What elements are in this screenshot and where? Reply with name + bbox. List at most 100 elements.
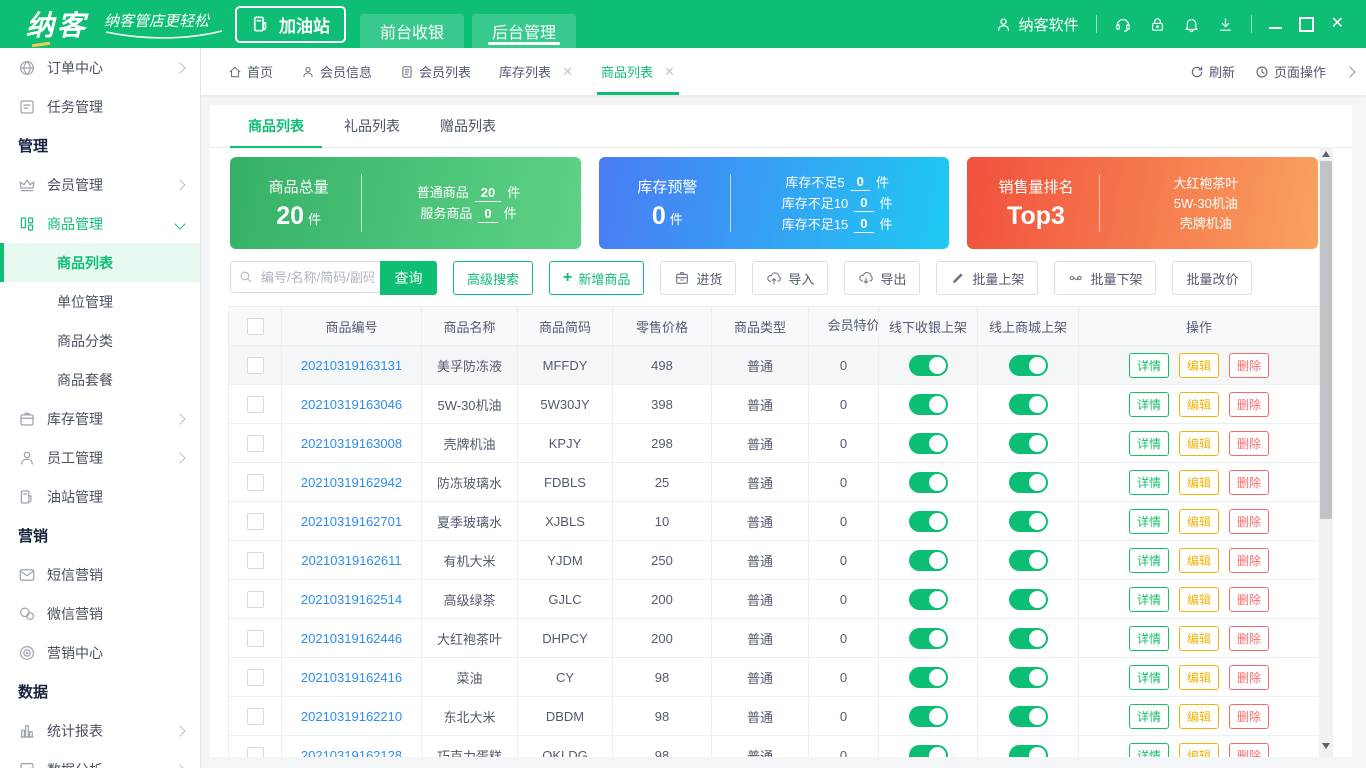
goods-code-link[interactable]: 20210319163046 — [301, 397, 402, 412]
sidebar-subitem-goods-list[interactable]: 商品列表 — [0, 243, 200, 282]
delete-button[interactable]: 删除 — [1229, 469, 1270, 495]
goods-code-link[interactable]: 20210319162611 — [301, 553, 401, 568]
detail-button[interactable]: 详情 — [1128, 430, 1169, 456]
pos-shelf-toggle-on[interactable] — [908, 549, 948, 571]
panel-tab-freebie-list[interactable]: 赠品列表 — [420, 105, 516, 147]
account-menu[interactable]: 纳客软件 — [995, 14, 1079, 35]
row-checkbox[interactable] — [246, 668, 264, 686]
topnav-tab-front-cashier[interactable]: 前台收银 — [360, 14, 465, 48]
goods-code-link[interactable]: 20210319162942 — [301, 475, 402, 490]
opened-tab-member-list[interactable]: 会员列表 — [400, 48, 471, 95]
delete-button[interactable]: 删除 — [1229, 586, 1270, 612]
goods-code-link[interactable]: 20210319162128 — [301, 748, 402, 758]
detail-button[interactable]: 详情 — [1128, 469, 1169, 495]
opened-tab-home[interactable]: 首页 — [228, 48, 273, 95]
row-checkbox[interactable] — [246, 356, 264, 374]
delete-button[interactable]: 删除 — [1229, 625, 1270, 651]
advanced-search-button[interactable]: 高级搜索 — [453, 261, 534, 295]
panel-tab-gift-list[interactable]: 礼品列表 — [324, 105, 420, 147]
row-checkbox[interactable] — [246, 707, 264, 725]
batch-on-shelf-button[interactable]: 批量上架 — [936, 261, 1039, 295]
detail-button[interactable]: 详情 — [1128, 391, 1169, 417]
edit-button[interactable]: 编辑 — [1178, 391, 1219, 417]
delete-button[interactable]: 删除 — [1229, 352, 1270, 378]
sidebar-item-member-manage[interactable]: 会员管理 — [0, 165, 200, 204]
topnav-tab-back-manage[interactable]: 后台管理 — [472, 14, 577, 48]
mall-shelf-toggle-on[interactable] — [1008, 393, 1048, 415]
sidebar-item-wechat-marketing[interactable]: 微信营销 — [0, 594, 200, 633]
sidebar-item-task-manage[interactable]: 任务管理 — [0, 87, 200, 126]
close-icon[interactable]: ✕ — [664, 64, 675, 80]
row-checkbox[interactable] — [246, 746, 264, 757]
detail-button[interactable]: 详情 — [1128, 664, 1169, 690]
download-icon[interactable] — [1217, 16, 1234, 33]
opened-tab-member-info[interactable]: 会员信息 — [301, 48, 372, 95]
row-checkbox[interactable] — [246, 395, 264, 413]
row-checkbox[interactable] — [246, 590, 264, 608]
mall-shelf-toggle-on[interactable] — [1008, 744, 1048, 757]
mall-shelf-toggle-on[interactable] — [1008, 705, 1048, 727]
mall-shelf-toggle-on[interactable] — [1008, 354, 1048, 376]
panel-tab-goods-list[interactable]: 商品列表 — [228, 105, 324, 148]
detail-button[interactable]: 详情 — [1128, 703, 1169, 729]
export-button[interactable]: 导出 — [844, 261, 921, 295]
add-product-button[interactable]: + 新增商品 — [549, 261, 645, 295]
row-checkbox[interactable] — [246, 473, 264, 491]
lock-icon[interactable] — [1149, 16, 1166, 33]
pos-shelf-toggle-on[interactable] — [908, 627, 948, 649]
purchase-in-button[interactable]: 进货 — [660, 261, 737, 295]
mall-shelf-toggle-on[interactable] — [1008, 432, 1048, 454]
delete-button[interactable]: 删除 — [1229, 664, 1270, 690]
row-checkbox[interactable] — [246, 629, 264, 647]
delete-button[interactable]: 删除 — [1229, 742, 1270, 757]
sidebar-item-order-center[interactable]: 订单中心 — [0, 48, 200, 87]
headset-icon[interactable] — [1114, 15, 1132, 33]
detail-button[interactable]: 详情 — [1128, 352, 1169, 378]
pos-shelf-toggle-on[interactable] — [908, 354, 948, 376]
goods-code-link[interactable]: 20210319162514 — [301, 592, 402, 607]
sidebar-item-staff-manage[interactable]: 员工管理 — [0, 438, 200, 477]
edit-button[interactable]: 编辑 — [1178, 547, 1219, 573]
mall-shelf-toggle-on[interactable] — [1008, 549, 1048, 571]
search-button[interactable]: 查询 — [380, 261, 437, 295]
bell-icon[interactable] — [1183, 16, 1200, 33]
sidebar-item-marketing-center[interactable]: 营销中心 — [0, 633, 200, 672]
refresh-button[interactable]: 刷新 — [1190, 62, 1235, 81]
sidebar-item-stock-manage[interactable]: 库存管理 — [0, 399, 200, 438]
goods-code-link[interactable]: 20210319163008 — [301, 436, 402, 451]
pos-shelf-toggle-on[interactable] — [908, 432, 948, 454]
edit-button[interactable]: 编辑 — [1178, 508, 1219, 534]
opened-tab-stock-list[interactable]: 库存列表 ✕ — [499, 48, 573, 95]
minimize-button[interactable] — [1268, 19, 1282, 29]
scroll-down-arrow[interactable] — [1322, 743, 1330, 749]
sidebar-item-goods-manage[interactable]: 商品管理 — [0, 204, 200, 243]
sidebar-item-report-stats[interactable]: 统计报表 — [0, 711, 200, 750]
goods-code-link[interactable]: 20210319162416 — [301, 670, 402, 685]
close-icon[interactable]: ✕ — [562, 64, 573, 80]
mall-shelf-toggle-on[interactable] — [1008, 627, 1048, 649]
mall-shelf-toggle-on[interactable] — [1008, 588, 1048, 610]
edit-button[interactable]: 编辑 — [1178, 664, 1219, 690]
opened-tab-goods-list[interactable]: 商品列表 ✕ — [596, 48, 679, 95]
scroll-up-arrow[interactable] — [1322, 151, 1330, 157]
row-checkbox[interactable] — [246, 434, 264, 452]
sidebar-subitem-goods-category[interactable]: 商品分类 — [0, 321, 200, 360]
delete-button[interactable]: 删除 — [1229, 508, 1270, 534]
pos-shelf-toggle-on[interactable] — [908, 393, 948, 415]
edit-button[interactable]: 编辑 — [1178, 469, 1219, 495]
pos-shelf-toggle-on[interactable] — [908, 471, 948, 493]
gas-station-button[interactable]: 加油站 — [235, 5, 347, 43]
detail-button[interactable]: 详情 — [1128, 586, 1169, 612]
edit-button[interactable]: 编辑 — [1178, 742, 1219, 757]
goods-code-link[interactable]: 20210319162210 — [301, 709, 402, 724]
sidebar-subitem-unit-manage[interactable]: 单位管理 — [0, 282, 200, 321]
pos-shelf-toggle-on[interactable] — [908, 510, 948, 532]
batch-reprice-button[interactable]: 批量改价 — [1172, 261, 1253, 295]
goods-code-link[interactable]: 20210319162701 — [301, 514, 402, 529]
row-checkbox[interactable] — [246, 512, 264, 530]
page-actions-button[interactable]: 页面操作 — [1255, 62, 1326, 81]
pos-shelf-toggle-on[interactable] — [908, 588, 948, 610]
detail-button[interactable]: 详情 — [1128, 547, 1169, 573]
delete-button[interactable]: 删除 — [1229, 703, 1270, 729]
goods-code-link[interactable]: 20210319162446 — [301, 631, 402, 646]
